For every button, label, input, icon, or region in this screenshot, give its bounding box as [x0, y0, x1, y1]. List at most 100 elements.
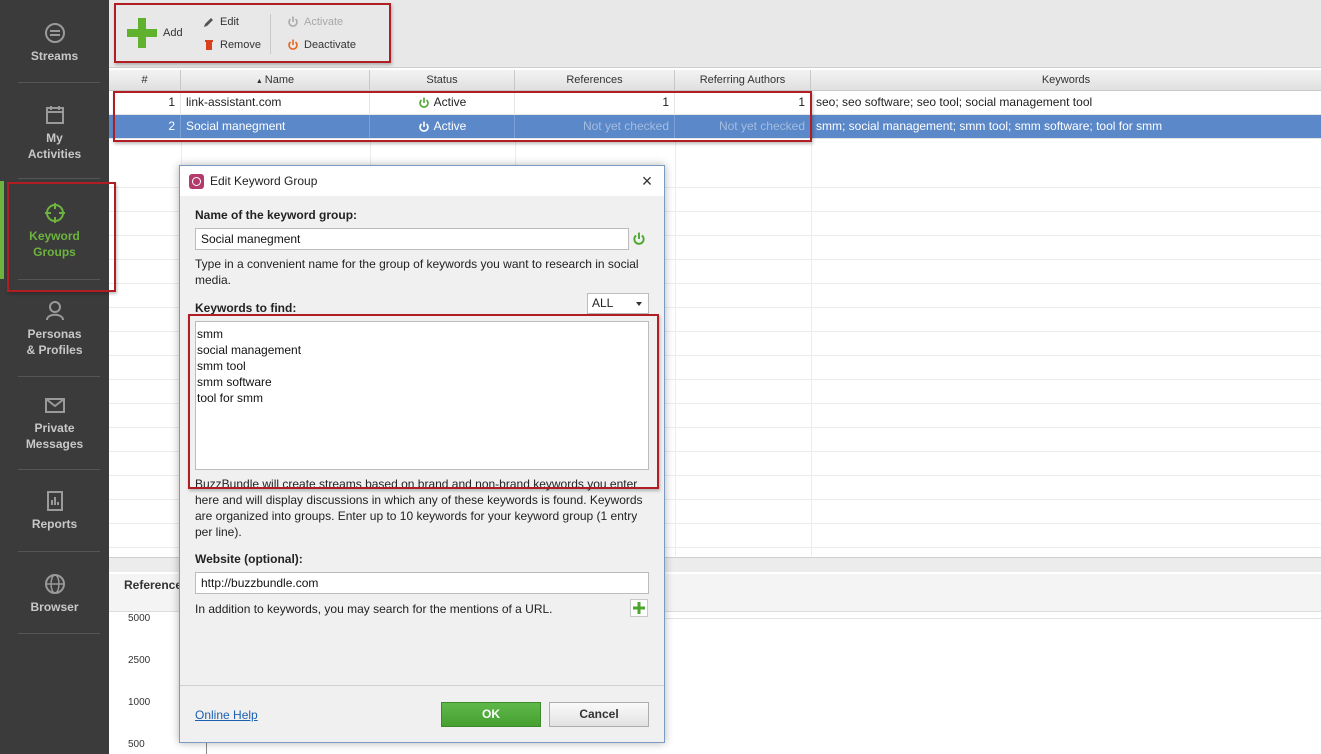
- keyword-line: smm: [197, 327, 223, 341]
- cell-references: Not yet checked: [515, 115, 675, 138]
- col-header-name[interactable]: ▲ Name: [181, 70, 370, 90]
- website-help-text: In addition to keywords, you may search …: [195, 602, 553, 616]
- divider: [18, 279, 100, 280]
- sidebar-label: Reports: [31, 517, 78, 531]
- cell-num: 2: [109, 115, 181, 138]
- toolbar-divider: [270, 14, 271, 54]
- power-icon: [288, 39, 298, 50]
- keyword-line: tool for smm: [197, 391, 264, 405]
- keyword-line: smm tool: [197, 359, 246, 373]
- table-header: # ▲ Name Status References Referring Aut…: [109, 70, 1321, 91]
- col-header-keywords[interactable]: Keywords: [811, 70, 1321, 90]
- app-logo-icon: [189, 173, 204, 189]
- plus-icon: [127, 18, 157, 48]
- divider: [18, 82, 100, 83]
- active-toggle-button[interactable]: [630, 230, 648, 248]
- col-header-status[interactable]: Status: [370, 70, 515, 90]
- divider: [18, 551, 100, 552]
- online-help-link[interactable]: Online Help: [195, 708, 258, 722]
- cell-authors: 1: [675, 91, 811, 114]
- axis-label: 5000: [128, 613, 151, 624]
- cell-name: link-assistant.com: [181, 91, 370, 114]
- power-icon: [418, 121, 429, 132]
- calendar-icon: [44, 104, 66, 126]
- axis-label: 2500: [128, 655, 151, 666]
- crosshair-icon: [44, 202, 66, 224]
- axis-label: 1000: [128, 697, 151, 708]
- report-icon: [44, 490, 66, 512]
- cell-name: Social manegment: [181, 115, 370, 138]
- streams-icon: [44, 22, 66, 44]
- dialog-titlebar[interactable]: Edit Keyword Group ×: [180, 166, 664, 196]
- divider: [18, 633, 100, 634]
- sidebar-item-keyword-groups[interactable]: Keyword Groups: [0, 202, 109, 260]
- col-header-label: Name: [264, 74, 295, 86]
- deactivate-button[interactable]: Deactivate: [287, 39, 356, 51]
- power-icon: [288, 16, 298, 27]
- sidebar-item-private-messages[interactable]: Private Messages: [0, 394, 109, 452]
- add-label: Add: [163, 27, 183, 39]
- sidebar-item-reports[interactable]: Reports: [0, 490, 109, 532]
- sidebar-label: Browser: [30, 600, 79, 614]
- chevron-down-icon: [636, 302, 642, 306]
- edit-button[interactable]: Edit: [203, 16, 239, 28]
- references-title: Reference: [124, 578, 183, 592]
- cancel-button[interactable]: Cancel: [549, 702, 649, 727]
- remove-button[interactable]: Remove: [203, 39, 261, 51]
- filter-value: ALL: [592, 296, 614, 310]
- keyword-filter-select[interactable]: ALL: [587, 293, 649, 314]
- divider: [18, 376, 100, 377]
- person-icon: [44, 300, 66, 322]
- group-name-input[interactable]: Social manegment: [195, 228, 629, 250]
- sidebar-label: Messages: [25, 437, 84, 451]
- envelope-icon: [44, 394, 66, 416]
- add-button[interactable]: Add: [127, 18, 183, 48]
- toolbar: Add Edit Remove Activate Deactivate: [109, 0, 1321, 68]
- sidebar-item-my-activities[interactable]: My Activities: [0, 104, 109, 162]
- cell-num: 1: [109, 91, 181, 114]
- pencil-icon: [204, 18, 213, 27]
- status-label: Active: [433, 95, 467, 109]
- status-label: Active: [433, 119, 467, 133]
- chart-gridline: [664, 618, 1321, 619]
- sidebar-label: Streams: [30, 49, 79, 63]
- sidebar-label: Private: [34, 421, 75, 435]
- col-header-authors[interactable]: Referring Authors: [675, 70, 811, 90]
- sidebar-item-personas[interactable]: Personas & Profiles: [0, 300, 109, 358]
- sidebar-item-browser[interactable]: Browser: [0, 573, 109, 615]
- sidebar-label: Personas: [27, 327, 82, 341]
- keyword-line: smm software: [197, 375, 272, 389]
- axis-label: 500: [128, 739, 145, 750]
- activate-button[interactable]: Activate: [287, 16, 343, 28]
- cell-references: 1: [515, 91, 675, 114]
- website-input[interactable]: http://buzzbundle.com: [195, 572, 649, 594]
- activate-label: Activate: [304, 16, 344, 28]
- col-header-num[interactable]: #: [109, 70, 181, 90]
- keywords-textarea[interactable]: smm social management smm tool smm softw…: [195, 321, 649, 470]
- sidebar-label: Keyword: [29, 229, 80, 243]
- cell-status: Active: [370, 115, 515, 138]
- sidebar-item-streams[interactable]: Streams: [0, 22, 109, 64]
- divider: [811, 140, 812, 556]
- sidebar-label: & Profiles: [26, 343, 83, 357]
- ok-button[interactable]: OK: [441, 702, 541, 727]
- divider: [675, 140, 676, 556]
- table-row[interactable]: 2 Social manegment Active Not yet checke…: [109, 115, 1321, 139]
- add-url-button[interactable]: [630, 599, 648, 617]
- keywords-label: Keywords to find:: [195, 301, 297, 315]
- cell-authors: Not yet checked: [675, 115, 811, 138]
- dialog-title: Edit Keyword Group: [210, 174, 318, 188]
- cell-keywords: seo; seo software; seo tool; social mana…: [816, 95, 1093, 109]
- col-header-references[interactable]: References: [515, 70, 675, 90]
- divider: [18, 469, 100, 470]
- name-help-text: Type in a convenient name for the group …: [195, 257, 639, 287]
- table-row[interactable]: 1 link-assistant.com Active 1 1 seo; seo…: [109, 91, 1321, 115]
- cell-keywords: smm; social management; smm tool; smm so…: [816, 119, 1163, 133]
- close-icon[interactable]: ×: [638, 172, 656, 190]
- deactivate-label: Deactivate: [304, 39, 356, 51]
- website-label: Website (optional):: [195, 552, 303, 566]
- sidebar-label: Activities: [27, 147, 82, 161]
- sidebar-label: My: [46, 131, 63, 145]
- divider: [180, 685, 664, 686]
- edit-label: Edit: [220, 16, 239, 28]
